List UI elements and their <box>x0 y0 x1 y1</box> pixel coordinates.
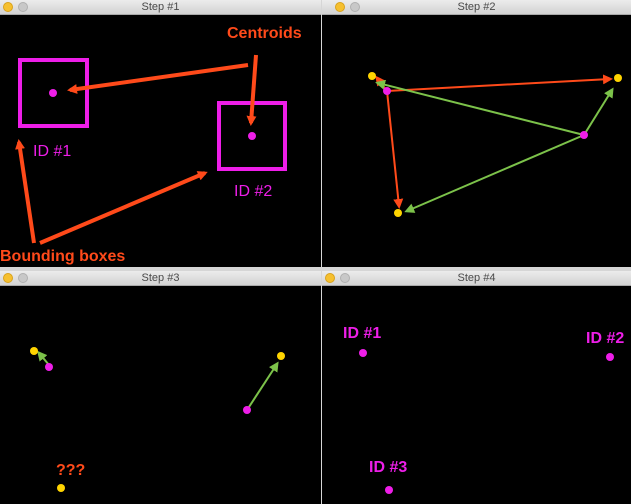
window-step-4: Step #4 ID #1 ID #2 ID #3 <box>322 271 631 504</box>
new-centroid-1 <box>368 72 376 80</box>
old-centroid-2 <box>580 131 588 139</box>
id-1-label: ID #1 <box>343 325 381 342</box>
centroid-2 <box>248 132 256 140</box>
centroids-label: Centroids <box>227 25 302 42</box>
distance-arrow-green-2 <box>583 87 614 136</box>
window-step-2: Step #2 <box>322 0 631 267</box>
step1-canvas: Centroids Bounding boxes ID #1 ID #2 <box>0 25 302 265</box>
window-title: Step #3 <box>141 272 180 284</box>
distance-arrow-red-2 <box>386 90 404 209</box>
centroid-arrow-1 <box>67 63 249 94</box>
match-arrow-2 <box>246 361 279 411</box>
old-centroid-1 <box>383 87 391 95</box>
bounding-boxes-label: Bounding boxes <box>0 248 125 265</box>
old-centroid-1 <box>45 363 53 371</box>
window-step-3: Step #3 ??? <box>0 271 321 504</box>
id-1-label: ID #1 <box>33 143 71 160</box>
tracked-centroid-3 <box>385 486 393 494</box>
old-centroid-2 <box>243 406 251 414</box>
titlebar[interactable]: Step #4 <box>322 271 631 286</box>
unknown-label: ??? <box>56 462 85 479</box>
distance-arrow-green-1 <box>375 79 585 136</box>
step2-canvas <box>368 72 622 217</box>
new-centroid-2 <box>614 74 622 82</box>
centroid-arrow-2 <box>246 54 258 126</box>
titlebar[interactable]: Step #3 <box>0 271 321 286</box>
bbox-arrow-1 <box>15 139 36 244</box>
new-centroid-1 <box>30 347 38 355</box>
new-centroid-3 <box>394 209 402 217</box>
titlebar[interactable]: Step #1 <box>0 0 321 15</box>
centroid-1 <box>49 89 57 97</box>
new-centroid-3 <box>57 484 65 492</box>
window-title: Step #4 <box>457 272 496 284</box>
tracked-centroid-2 <box>606 353 614 361</box>
id-3-label: ID #3 <box>369 459 407 476</box>
step4-canvas: ID #1 ID #2 ID #3 <box>343 325 624 494</box>
distance-arrow-green-3 <box>404 134 585 213</box>
window-step-1: Step #1 Centroids Bounding boxes ID #1 I… <box>0 0 321 267</box>
bbox-arrow-2 <box>39 171 208 245</box>
match-arrow-1 <box>37 350 50 366</box>
new-centroid-2 <box>277 352 285 360</box>
distance-arrow-red-1 <box>386 74 613 92</box>
window-title: Step #2 <box>457 1 496 13</box>
id-2-label: ID #2 <box>586 330 624 347</box>
window-title: Step #1 <box>141 1 180 13</box>
id-2-label: ID #2 <box>234 183 272 200</box>
step3-canvas: ??? <box>30 347 285 492</box>
tracked-centroid-1 <box>359 349 367 357</box>
titlebar[interactable]: Step #2 <box>322 0 631 15</box>
